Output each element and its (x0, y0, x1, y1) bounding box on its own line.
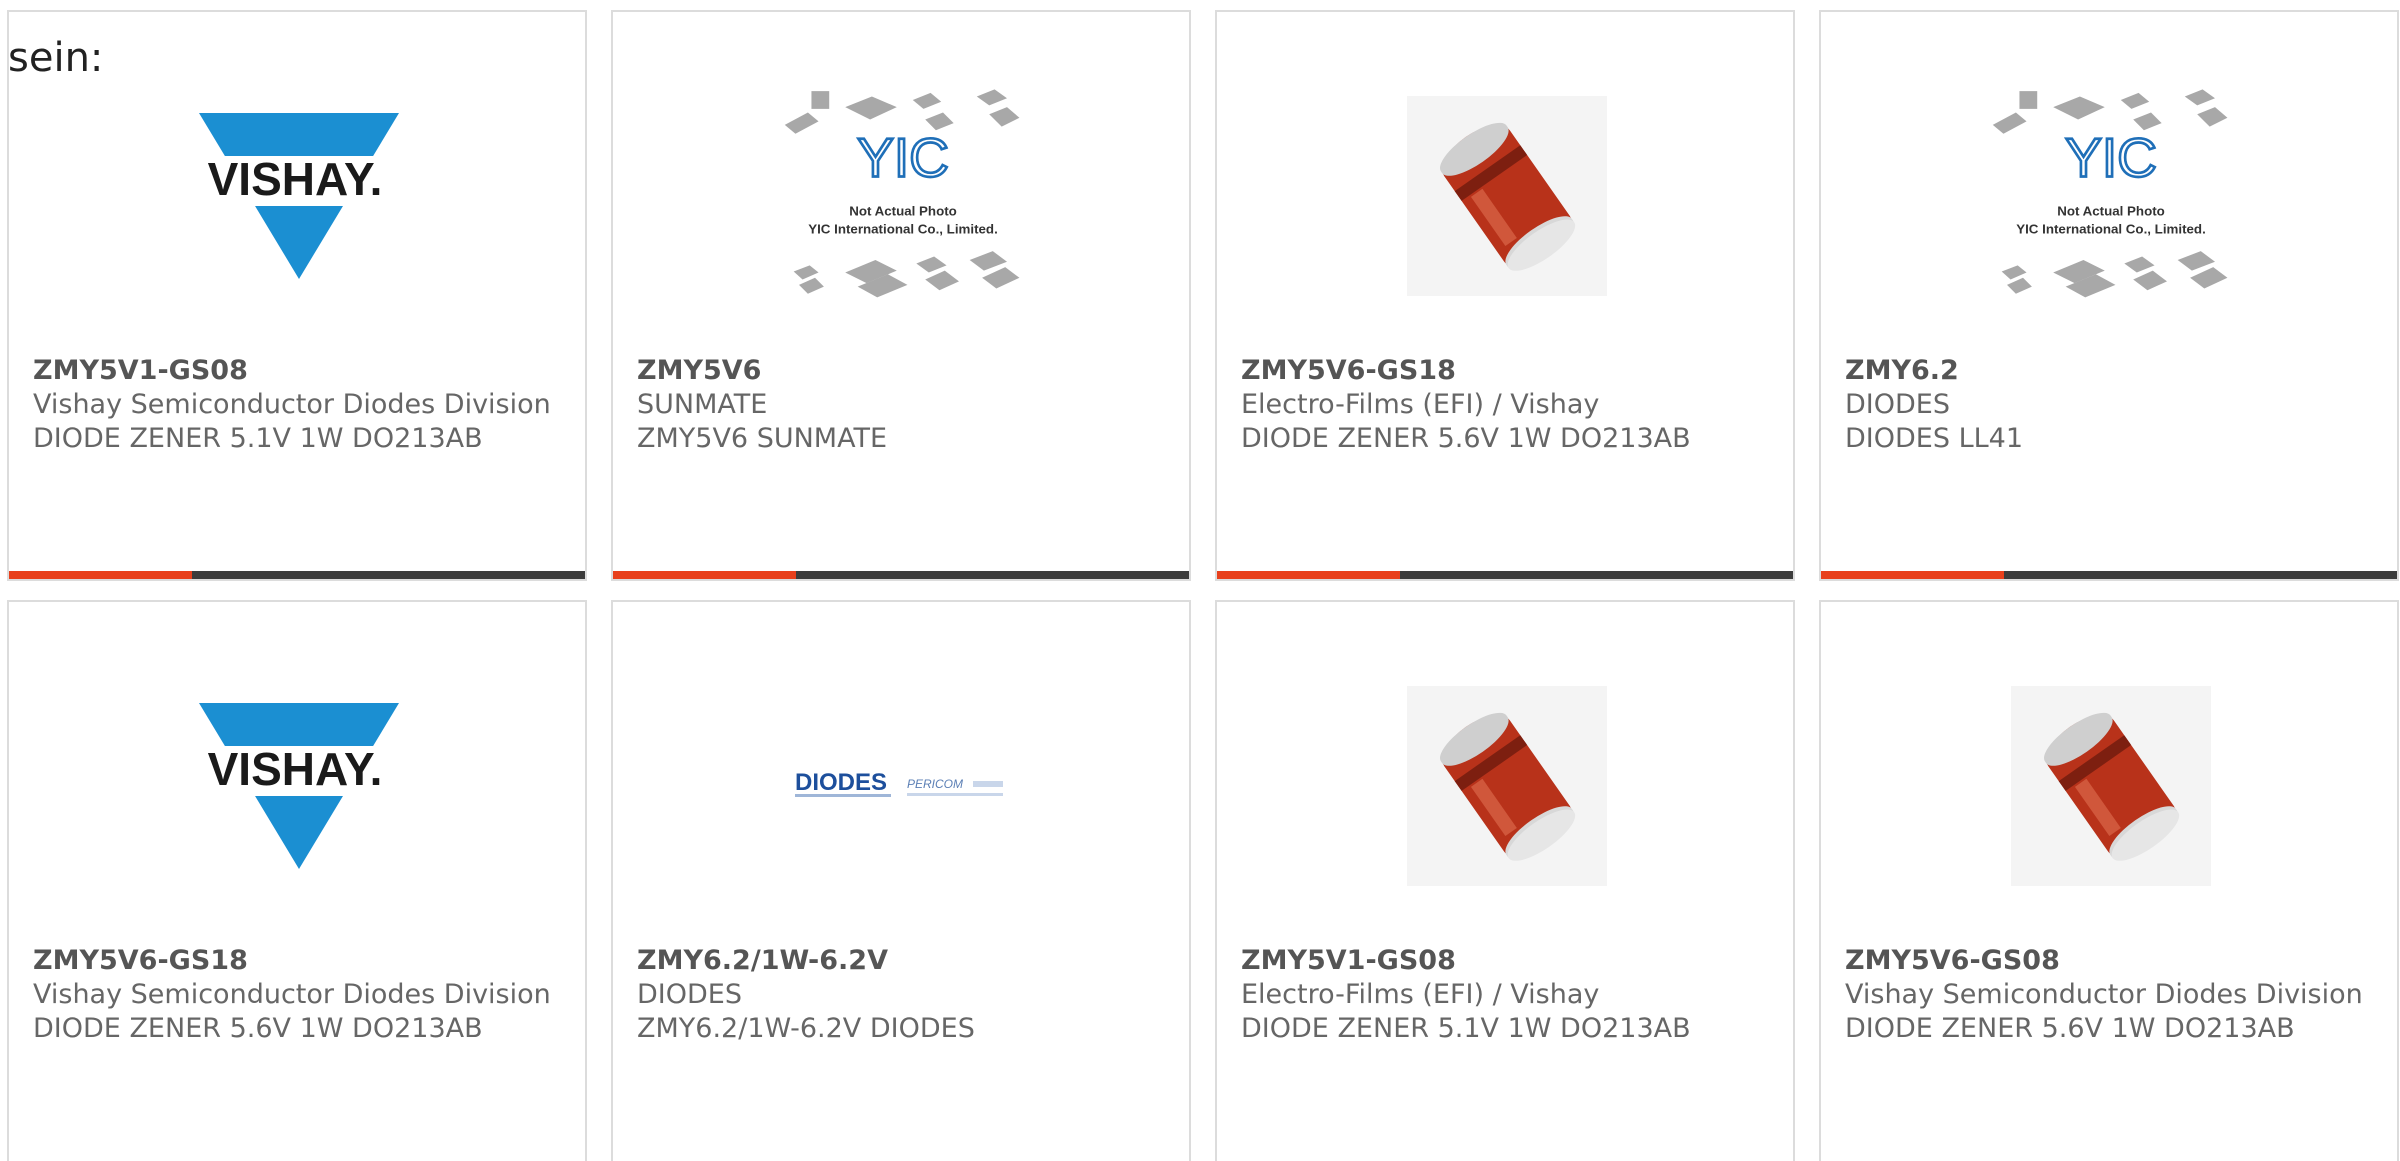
product-info: ZMY5V6-GS18 Vishay Semiconductor Diodes … (33, 944, 561, 1046)
manufacturer: Electro-Films (EFI) / Vishay (1241, 389, 1600, 420)
manufacturer: Vishay Semiconductor Diodes Division (33, 979, 551, 1010)
part-number[interactable]: ZMY5V6-GS18 (1241, 354, 1769, 388)
description: ZMY6.2/1W-6.2V DIODES (637, 1013, 975, 1044)
part-number[interactable]: ZMY5V1-GS08 (33, 354, 561, 388)
manufacturer: SUNMATE (637, 389, 768, 420)
melf-diode-icon (1387, 666, 1627, 906)
description: ZMY5V6 SUNMATE (637, 423, 888, 454)
description: DIODES LL41 (1845, 423, 2024, 454)
manufacturer: Vishay Semiconductor Diodes Division (1845, 979, 2363, 1010)
product-info: ZMY5V1-GS08 Electro-Films (EFI) / Vishay… (1241, 944, 1769, 1046)
part-number[interactable]: ZMY5V6-GS08 (1845, 944, 2373, 978)
description: DIODE ZENER 5.6V 1W DO213AB (33, 1013, 483, 1044)
product-grid-page: sein: VISHAY. ZMY5V1-GS08 Vishay Semicon… (0, 0, 2400, 1161)
melf-diode-icon (1387, 76, 1627, 316)
product-card[interactable]: YIC Not Actual Photo YIC International C… (1819, 10, 2399, 581)
card-footer-bar (9, 571, 585, 579)
part-number[interactable]: ZMY5V1-GS08 (1241, 944, 1769, 978)
card-footer-bar (613, 571, 1189, 579)
yic-placeholder-icon: YIC Not Actual Photo YIC International C… (1991, 76, 2231, 316)
part-number[interactable]: ZMY6.2/1W-6.2V (637, 944, 1165, 978)
svg-text:VISHAY.: VISHAY. (208, 153, 383, 205)
product-info: ZMY6.2/1W-6.2V DIODES ZMY6.2/1W-6.2V DIO… (637, 944, 1165, 1046)
product-card[interactable]: VISHAY. ZMY5V6-GS18 Vishay Semiconductor… (7, 600, 587, 1161)
manufacturer: DIODES (1845, 389, 1950, 420)
product-info: ZMY5V1-GS08 Vishay Semiconductor Diodes … (33, 354, 561, 456)
part-number[interactable]: ZMY5V6-GS18 (33, 944, 561, 978)
svg-text:Not Actual Photo: Not Actual Photo (2057, 204, 2165, 219)
description: DIODE ZENER 5.1V 1W DO213AB (1241, 1013, 1691, 1044)
product-info: ZMY5V6-GS08 Vishay Semiconductor Diodes … (1845, 944, 2373, 1046)
product-info: ZMY5V6 SUNMATE ZMY5V6 SUNMATE (637, 354, 1165, 456)
card-footer-bar (1821, 571, 2397, 579)
manufacturer: DIODES (637, 979, 742, 1010)
melf-diode-icon (1991, 666, 2231, 906)
svg-text:VISHAY.: VISHAY. (208, 743, 383, 795)
intro-text: sein: (8, 35, 104, 81)
part-number[interactable]: ZMY6.2 (1845, 354, 2373, 388)
product-card[interactable]: DIODES PERICOM ZMY6.2/1W-6.2V DIODES ZMY… (611, 600, 1191, 1161)
product-card[interactable]: VISHAY. ZMY5V1-GS08 Vishay Semiconductor… (7, 10, 587, 581)
manufacturer: Electro-Films (EFI) / Vishay (1241, 979, 1600, 1010)
svg-text:YIC International Co., Limited: YIC International Co., Limited. (808, 221, 998, 236)
description: DIODE ZENER 5.6V 1W DO213AB (1845, 1013, 2295, 1044)
svg-text:Not Actual Photo: Not Actual Photo (849, 204, 957, 219)
diodes-pericom-logo-icon: DIODES PERICOM (783, 666, 1023, 906)
product-card[interactable]: YIC Not Actual Photo YIC International C… (611, 10, 1191, 581)
description: DIODE ZENER 5.6V 1W DO213AB (1241, 423, 1691, 454)
vishay-logo-icon: VISHAY. (179, 666, 419, 906)
part-number[interactable]: ZMY5V6 (637, 354, 1165, 388)
product-card[interactable]: ZMY5V6-GS08 Vishay Semiconductor Diodes … (1819, 600, 2399, 1161)
product-info: ZMY6.2 DIODES DIODES LL41 (1845, 354, 2373, 456)
svg-text:YIC: YIC (857, 126, 949, 188)
product-info: ZMY5V6-GS18 Electro-Films (EFI) / Vishay… (1241, 354, 1769, 456)
description: DIODE ZENER 5.1V 1W DO213AB (33, 423, 483, 454)
svg-text:YIC: YIC (2065, 126, 2157, 188)
yic-placeholder-icon: YIC Not Actual Photo YIC International C… (783, 76, 1023, 316)
product-card[interactable]: ZMY5V6-GS18 Electro-Films (EFI) / Vishay… (1215, 10, 1795, 581)
card-footer-bar (1217, 571, 1793, 579)
vishay-logo-icon: VISHAY. (179, 76, 419, 316)
svg-text:DIODES: DIODES (795, 769, 887, 796)
manufacturer: Vishay Semiconductor Diodes Division (33, 389, 551, 420)
product-card[interactable]: ZMY5V1-GS08 Electro-Films (EFI) / Vishay… (1215, 600, 1795, 1161)
svg-text:PERICOM: PERICOM (907, 777, 963, 791)
svg-text:YIC International Co., Limited: YIC International Co., Limited. (2016, 221, 2206, 236)
